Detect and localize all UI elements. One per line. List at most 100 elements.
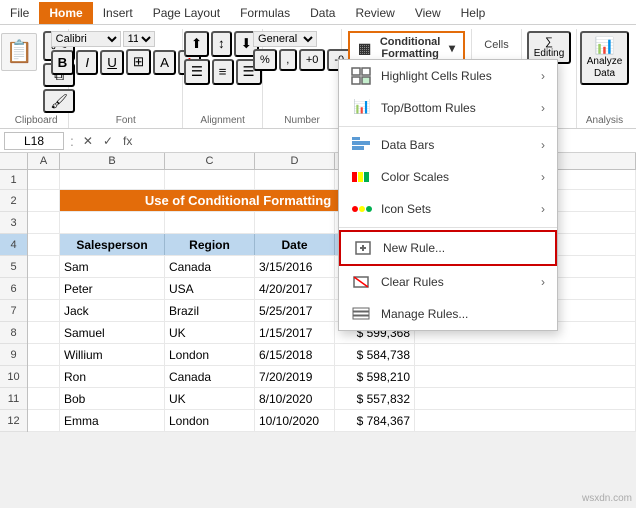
tab-insert[interactable]: Insert — [93, 2, 143, 24]
cell-c1[interactable] — [165, 170, 255, 189]
bold-button[interactable]: B — [51, 50, 75, 75]
function-icon[interactable]: fx — [120, 134, 135, 148]
name-box[interactable] — [4, 132, 64, 150]
col-header-d[interactable]: D — [255, 153, 335, 169]
cell-b7[interactable]: Jack — [60, 300, 165, 321]
middle-align-button[interactable]: ↕ — [211, 31, 232, 57]
cell-b8[interactable]: Samuel — [60, 322, 165, 343]
cell-a12[interactable] — [28, 410, 60, 431]
row-header-6[interactable]: 6 — [0, 278, 27, 300]
cell-c7[interactable]: Brazil — [165, 300, 255, 321]
row-header-1[interactable]: 1 — [0, 170, 27, 190]
cell-b12[interactable]: Emma — [60, 410, 165, 431]
cf-menu-item-managerules[interactable]: Manage Rules... — [339, 298, 557, 330]
cell-b3[interactable] — [60, 212, 165, 233]
cell-b6[interactable]: Peter — [60, 278, 165, 299]
tab-view[interactable]: View — [405, 2, 451, 24]
cell-d4[interactable]: Date — [255, 234, 335, 255]
col-header-b[interactable]: B — [60, 153, 165, 169]
border-button[interactable]: ⊞ — [126, 49, 151, 75]
cell-d8[interactable]: 1/15/2017 — [255, 322, 335, 343]
row-header-5[interactable]: 5 — [0, 256, 27, 278]
italic-button[interactable]: I — [76, 50, 98, 75]
row-header-4[interactable]: 4 — [0, 234, 27, 256]
cell-c11[interactable]: UK — [165, 388, 255, 409]
cell-a5[interactable] — [28, 256, 60, 277]
font-family-select[interactable]: Calibri — [51, 31, 121, 47]
center-align-button[interactable]: ≡ — [212, 59, 234, 85]
cell-f9[interactable] — [415, 344, 636, 365]
paste-button[interactable]: 📋 — [1, 33, 37, 71]
tab-file[interactable]: File — [0, 2, 39, 24]
cell-e11[interactable]: $ 557,832 — [335, 388, 415, 409]
tab-formulas[interactable]: Formulas — [230, 2, 300, 24]
row-header-2[interactable]: 2 — [0, 190, 27, 212]
cell-d12[interactable]: 10/10/2020 — [255, 410, 335, 431]
cell-c5[interactable]: Canada — [165, 256, 255, 277]
cancel-icon[interactable]: ✕ — [80, 134, 96, 148]
row-header-12[interactable]: 12 — [0, 410, 27, 432]
col-header-a[interactable]: A — [28, 153, 60, 169]
cell-b11[interactable]: Bob — [60, 388, 165, 409]
cell-c10[interactable]: Canada — [165, 366, 255, 387]
top-align-button[interactable]: ⬆ — [184, 31, 209, 57]
cell-f12[interactable] — [415, 410, 636, 431]
cell-c3[interactable] — [165, 212, 255, 233]
cell-d7[interactable]: 5/25/2017 — [255, 300, 335, 321]
row-header-9[interactable]: 9 — [0, 344, 27, 366]
cell-f11[interactable] — [415, 388, 636, 409]
cell-d11[interactable]: 8/10/2020 — [255, 388, 335, 409]
cell-a7[interactable] — [28, 300, 60, 321]
underline-button[interactable]: U — [100, 50, 124, 75]
row-header-7[interactable]: 7 — [0, 300, 27, 322]
cell-a2[interactable] — [28, 190, 60, 211]
cell-b9[interactable]: Willium — [60, 344, 165, 365]
cell-d5[interactable]: 3/15/2016 — [255, 256, 335, 277]
cell-b5[interactable]: Sam — [60, 256, 165, 277]
percent-button[interactable]: % — [253, 49, 277, 71]
tab-home[interactable]: Home — [39, 2, 92, 24]
cell-b1[interactable] — [60, 170, 165, 189]
cell-a6[interactable] — [28, 278, 60, 299]
row-header-11[interactable]: 11 — [0, 388, 27, 410]
cell-f10[interactable] — [415, 366, 636, 387]
cell-b4[interactable]: Salesperson — [60, 234, 165, 255]
cell-e9[interactable]: $ 584,738 — [335, 344, 415, 365]
cell-e10[interactable]: $ 598,210 — [335, 366, 415, 387]
cell-a3[interactable] — [28, 212, 60, 233]
row-header-3[interactable]: 3 — [0, 212, 27, 234]
font-size-select[interactable]: 11 — [123, 31, 155, 47]
cell-d1[interactable] — [255, 170, 335, 189]
enter-icon[interactable]: ✓ — [100, 134, 116, 148]
cell-a11[interactable] — [28, 388, 60, 409]
tab-review[interactable]: Review — [345, 2, 404, 24]
cf-menu-item-topbottom[interactable]: 📊 Top/Bottom Rules › — [339, 92, 557, 124]
cell-a10[interactable] — [28, 366, 60, 387]
cell-b10[interactable]: Ron — [60, 366, 165, 387]
cf-menu-item-highlight[interactable]: Highlight Cells Rules › — [339, 60, 557, 92]
cell-a8[interactable] — [28, 322, 60, 343]
number-format-select[interactable]: General — [253, 31, 317, 47]
cell-d6[interactable]: 4/20/2017 — [255, 278, 335, 299]
cf-menu-item-iconsets[interactable]: Icon Sets › — [339, 193, 557, 225]
cell-a9[interactable] — [28, 344, 60, 365]
cell-d10[interactable]: 7/20/2019 — [255, 366, 335, 387]
cell-a4[interactable] — [28, 234, 60, 255]
tab-data[interactable]: Data — [300, 2, 345, 24]
analyze-data-button[interactable]: 📊 AnalyzeData — [580, 31, 630, 85]
comma-button[interactable]: , — [279, 49, 297, 71]
increase-decimal-button[interactable]: +0 — [299, 49, 326, 71]
cell-d3[interactable] — [255, 212, 335, 233]
fill-color-button[interactable]: A — [153, 50, 176, 75]
cell-c8[interactable]: UK — [165, 322, 255, 343]
left-align-button[interactable]: ☰ — [184, 59, 210, 85]
cell-c6[interactable]: USA — [165, 278, 255, 299]
cf-menu-item-clearrules[interactable]: Clear Rules › — [339, 266, 557, 298]
cell-c9[interactable]: London — [165, 344, 255, 365]
row-header-8[interactable]: 8 — [0, 322, 27, 344]
cell-a1[interactable] — [28, 170, 60, 189]
cell-e12[interactable]: $ 784,367 — [335, 410, 415, 431]
row-header-10[interactable]: 10 — [0, 366, 27, 388]
cf-menu-item-colorscales[interactable]: Color Scales › — [339, 161, 557, 193]
cell-d9[interactable]: 6/15/2018 — [255, 344, 335, 365]
